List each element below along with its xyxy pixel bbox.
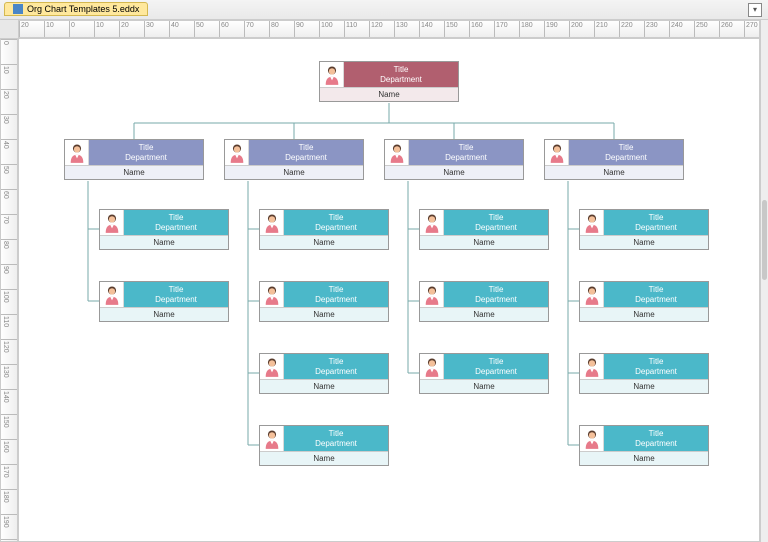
org-node-leaf-3-3[interactable]: TitleDepartmentName (579, 425, 709, 466)
node-header: TitleDepartment (284, 282, 388, 307)
avatar-icon (580, 282, 604, 307)
avatar-icon (65, 140, 89, 165)
avatar-icon (260, 426, 284, 451)
node-name: Name (225, 165, 363, 179)
org-node-leaf-1-1[interactable]: TitleDepartmentName (259, 281, 389, 322)
node-name: Name (420, 235, 548, 249)
avatar-icon (580, 354, 604, 379)
node-name: Name (260, 235, 388, 249)
avatar-icon (420, 282, 444, 307)
node-header: TitleDepartment (344, 62, 458, 87)
node-header: TitleDepartment (284, 210, 388, 235)
node-name: Name (100, 235, 228, 249)
avatar-icon (260, 210, 284, 235)
tab-dropdown-icon[interactable]: ▾ (748, 3, 762, 17)
org-node-leaf-2-2[interactable]: TitleDepartmentName (419, 353, 549, 394)
avatar-icon (580, 426, 604, 451)
tab-bar: Org Chart Templates 5.eddx ▾ (0, 0, 768, 20)
node-header: TitleDepartment (604, 426, 708, 451)
org-node-leaf-1-0[interactable]: TitleDepartmentName (259, 209, 389, 250)
document-tab[interactable]: Org Chart Templates 5.eddx (4, 2, 148, 16)
node-header: TitleDepartment (89, 140, 203, 165)
scrollbar-thumb[interactable] (762, 200, 767, 280)
ruler-vertical[interactable]: 0102030405060708090100110120130140150160… (0, 38, 18, 542)
org-node-mid-3[interactable]: TitleDepartmentName (544, 139, 684, 180)
org-node-leaf-0-1[interactable]: TitleDepartmentName (99, 281, 229, 322)
node-header: TitleDepartment (409, 140, 523, 165)
node-name: Name (260, 379, 388, 393)
node-header: TitleDepartment (284, 426, 388, 451)
node-name: Name (545, 165, 683, 179)
org-node-leaf-1-3[interactable]: TitleDepartmentName (259, 425, 389, 466)
node-header: TitleDepartment (444, 210, 548, 235)
node-name: Name (260, 307, 388, 321)
org-node-leaf-0-0[interactable]: TitleDepartmentName (99, 209, 229, 250)
org-node-leaf-2-1[interactable]: TitleDepartmentName (419, 281, 549, 322)
org-node-mid-2[interactable]: TitleDepartmentName (384, 139, 524, 180)
ruler-horizontal[interactable]: 2010010203040506070809010011012013014015… (18, 20, 760, 38)
avatar-icon (320, 62, 344, 87)
org-node-leaf-2-0[interactable]: TitleDepartmentName (419, 209, 549, 250)
avatar-icon (420, 354, 444, 379)
file-icon (13, 4, 23, 14)
node-name: Name (420, 379, 548, 393)
node-header: TitleDepartment (604, 354, 708, 379)
org-node-leaf-3-0[interactable]: TitleDepartmentName (579, 209, 709, 250)
scrollbar-vertical[interactable] (760, 20, 768, 542)
tab-filename: Org Chart Templates 5.eddx (27, 4, 139, 14)
org-node-leaf-3-2[interactable]: TitleDepartmentName (579, 353, 709, 394)
org-node-leaf-1-2[interactable]: TitleDepartmentName (259, 353, 389, 394)
node-header: TitleDepartment (604, 282, 708, 307)
node-name: Name (580, 379, 708, 393)
node-name: Name (580, 451, 708, 465)
node-header: TitleDepartment (444, 282, 548, 307)
node-header: TitleDepartment (124, 282, 228, 307)
node-name: Name (320, 87, 458, 101)
node-header: TitleDepartment (249, 140, 363, 165)
node-name: Name (65, 165, 203, 179)
node-header: TitleDepartment (284, 354, 388, 379)
canvas[interactable]: TitleDepartmentNameTitleDepartmentNameTi… (18, 38, 760, 542)
org-node-leaf-3-1[interactable]: TitleDepartmentName (579, 281, 709, 322)
node-header: TitleDepartment (444, 354, 548, 379)
avatar-icon (225, 140, 249, 165)
avatar-icon (260, 282, 284, 307)
avatar-icon (420, 210, 444, 235)
node-name: Name (100, 307, 228, 321)
avatar-icon (580, 210, 604, 235)
node-name: Name (420, 307, 548, 321)
node-name: Name (385, 165, 523, 179)
node-name: Name (580, 235, 708, 249)
org-node-root[interactable]: TitleDepartmentName (319, 61, 459, 102)
avatar-icon (100, 210, 124, 235)
avatar-icon (385, 140, 409, 165)
avatar-icon (260, 354, 284, 379)
node-header: TitleDepartment (604, 210, 708, 235)
avatar-icon (545, 140, 569, 165)
avatar-icon (100, 282, 124, 307)
node-header: TitleDepartment (124, 210, 228, 235)
node-name: Name (580, 307, 708, 321)
org-node-mid-1[interactable]: TitleDepartmentName (224, 139, 364, 180)
org-node-mid-0[interactable]: TitleDepartmentName (64, 139, 204, 180)
node-name: Name (260, 451, 388, 465)
node-header: TitleDepartment (569, 140, 683, 165)
